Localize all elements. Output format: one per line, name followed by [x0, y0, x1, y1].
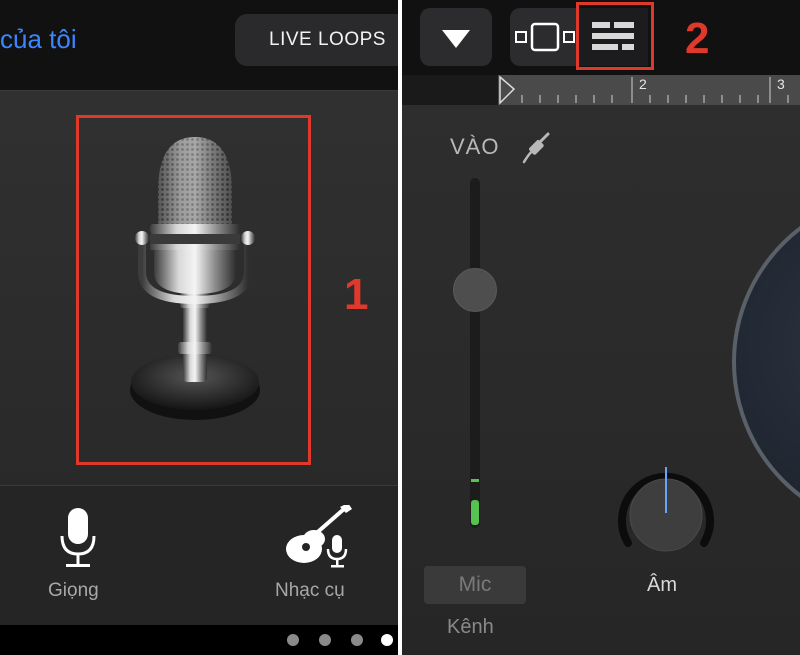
page-indicator — [0, 625, 398, 655]
page-dot[interactable] — [319, 634, 331, 646]
input-label: VÀO — [450, 134, 500, 159]
guitar-mic-icon[interactable] — [282, 505, 352, 571]
voice-instrument-highlight — [76, 115, 311, 465]
divider-line — [0, 90, 398, 91]
tracks-view-button[interactable] — [510, 8, 578, 66]
mixer-button-highlight — [576, 2, 654, 70]
level-meter-peak — [471, 479, 479, 482]
channel-label: Kênh — [447, 616, 494, 638]
back-link[interactable]: của tôi — [0, 24, 77, 55]
input-level-slider-track[interactable] — [470, 178, 480, 528]
ruler-label: 3 — [777, 76, 785, 92]
instrument-browser-panel: của tôi LIVE LOOPS 1 Giọng Nhạc cụ — [0, 0, 398, 655]
tone-knob[interactable] — [614, 463, 718, 567]
triangle-down-icon — [442, 30, 470, 48]
ruler-spacer — [402, 75, 498, 105]
dropdown-button[interactable] — [420, 8, 492, 66]
track-controls-panel: 2 2 3 VÀO Mic Kênh Âm — [402, 0, 800, 655]
tracks-view-icon — [515, 22, 575, 52]
channel-dial[interactable] — [732, 192, 800, 532]
callout-number-2: 2 — [685, 14, 710, 63]
ruler-label: 2 — [639, 76, 647, 92]
page-dot-active[interactable] — [381, 634, 393, 646]
audio-cable-icon[interactable] — [520, 130, 552, 166]
voice-label[interactable]: Giọng — [48, 580, 99, 602]
instrument-label[interactable]: Nhạc cụ — [275, 580, 345, 602]
page-dot[interactable] — [287, 634, 299, 646]
microphone-icon[interactable] — [58, 508, 98, 570]
input-level-slider-thumb[interactable] — [453, 268, 497, 312]
level-meter — [471, 500, 479, 525]
tone-label: Âm — [647, 574, 677, 596]
channel-mic-button[interactable]: Mic — [424, 566, 526, 604]
timeline-ruler[interactable] — [498, 75, 800, 105]
live-loops-button[interactable]: LIVE LOOPS — [235, 14, 398, 66]
callout-number-1: 1 — [344, 270, 369, 319]
page-dot[interactable] — [351, 634, 363, 646]
